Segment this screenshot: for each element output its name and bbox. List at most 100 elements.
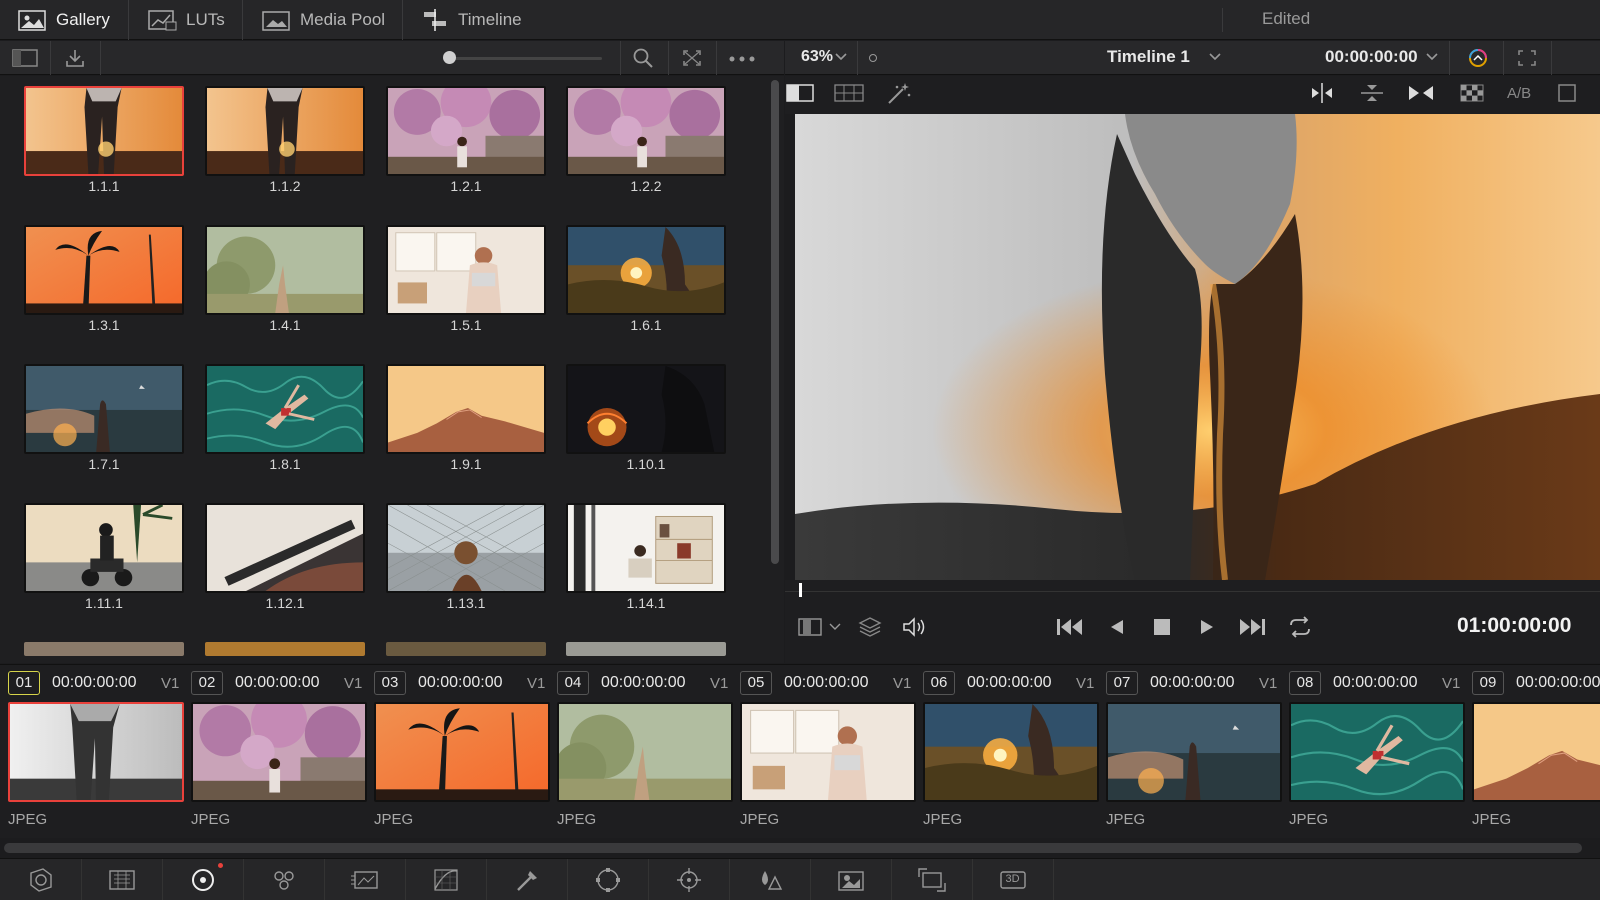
volume-icon[interactable] [901, 616, 929, 638]
still-thumbnail[interactable] [386, 86, 546, 176]
still-thumbnail[interactable] [386, 364, 546, 454]
loop-icon[interactable] [1287, 615, 1313, 639]
horizontal-wipe-icon[interactable] [1359, 82, 1385, 104]
gallery-still[interactable]: 1.9.1 [386, 364, 546, 472]
zoom-dropdown-icon[interactable] [834, 52, 848, 62]
gallery-still[interactable]: 1.1.1 [24, 86, 184, 194]
gallery-still[interactable]: 1.14.1 [566, 503, 726, 611]
clip-number[interactable]: 05 [740, 671, 772, 695]
clip-thumbnail[interactable] [191, 702, 367, 802]
still-thumbnail[interactable] [566, 86, 726, 176]
still-thumbnail[interactable] [566, 225, 726, 315]
expand-icon[interactable] [682, 49, 702, 67]
ab-compare-toggle[interactable]: A/B [1507, 85, 1531, 102]
gallery-still[interactable]: 1.5.1 [386, 225, 546, 333]
stop-icon[interactable] [1151, 616, 1173, 638]
palette-button[interactable]: 3D [972, 859, 1054, 900]
palette-button[interactable] [0, 859, 82, 900]
gallery-still[interactable]: 1.10.1 [566, 364, 726, 472]
palette-button[interactable] [162, 859, 244, 900]
still-thumbnail[interactable] [386, 503, 546, 593]
gallery-still[interactable]: 1.3.1 [24, 225, 184, 333]
search-icon[interactable] [632, 47, 654, 69]
gallery-still-partial[interactable] [205, 642, 365, 656]
sidebar-toggle-icon[interactable] [12, 49, 38, 67]
play-reverse-icon[interactable] [1107, 616, 1127, 638]
palette-button[interactable] [486, 859, 568, 900]
still-thumbnail[interactable] [24, 503, 184, 593]
clip-thumbnail[interactable] [1472, 702, 1600, 802]
gallery-still[interactable]: 1.8.1 [205, 364, 365, 472]
single-viewer-icon[interactable] [785, 82, 815, 104]
go-to-end-icon[interactable] [1237, 616, 1267, 638]
gallery-still[interactable]: 1.2.2 [566, 86, 726, 194]
clips-scrollbar[interactable] [4, 843, 1582, 853]
gallery-still[interactable]: 1.6.1 [566, 225, 726, 333]
gallery-scrollbar[interactable] [771, 80, 779, 564]
still-thumbnail[interactable] [566, 364, 726, 454]
clip-number[interactable]: 09 [1472, 671, 1504, 695]
gallery-still[interactable]: 1.1.2 [205, 86, 365, 194]
viewer-image[interactable] [795, 114, 1600, 580]
clip-thumbnail[interactable] [1289, 702, 1465, 802]
color-effects-icon[interactable] [1465, 46, 1491, 70]
fullscreen-icon[interactable] [1517, 49, 1537, 67]
tab-luts[interactable]: LUTs [148, 0, 225, 40]
clip-thumbnail[interactable] [1106, 702, 1282, 802]
clip-thumbnail[interactable] [923, 702, 1099, 802]
still-thumbnail[interactable] [24, 86, 184, 176]
palette-button[interactable] [810, 859, 892, 900]
gallery-still[interactable]: 1.12.1 [205, 503, 365, 611]
split-wipe-icon[interactable] [1309, 82, 1335, 104]
palette-button[interactable] [243, 859, 325, 900]
clip-number[interactable]: 07 [1106, 671, 1138, 695]
clip-number[interactable]: 06 [923, 671, 955, 695]
palette-button[interactable] [405, 859, 487, 900]
palette-button[interactable] [891, 859, 973, 900]
clip-number[interactable]: 04 [557, 671, 589, 695]
gallery-still[interactable]: 1.2.1 [386, 86, 546, 194]
grab-still-icon[interactable] [64, 48, 86, 68]
palette-button[interactable] [81, 859, 163, 900]
magic-wand-icon[interactable] [885, 81, 913, 105]
still-thumbnail[interactable] [24, 225, 184, 315]
clip-thumbnail[interactable] [374, 702, 550, 802]
more-options-icon[interactable] [728, 55, 756, 63]
palette-button[interactable] [729, 859, 811, 900]
gallery-still[interactable]: 1.7.1 [24, 364, 184, 472]
still-thumbnail[interactable] [205, 503, 365, 593]
playhead[interactable] [799, 583, 802, 597]
clip-thumbnail[interactable] [8, 702, 184, 802]
still-thumbnail[interactable] [205, 364, 365, 454]
gallery-still[interactable]: 1.4.1 [205, 225, 365, 333]
thumbnail-size-slider[interactable] [446, 57, 602, 60]
still-thumbnail[interactable] [205, 225, 365, 315]
go-to-start-icon[interactable] [1055, 616, 1085, 638]
clip-number[interactable]: 03 [374, 671, 406, 695]
clip-number[interactable]: 02 [191, 671, 223, 695]
still-thumbnail[interactable] [386, 225, 546, 315]
mix-wipe-icon[interactable] [1407, 82, 1435, 104]
still-thumbnail[interactable] [24, 364, 184, 454]
clip-thumbnail[interactable] [740, 702, 916, 802]
viewer-scrub-bar[interactable] [785, 580, 1600, 610]
palette-button[interactable] [648, 859, 730, 900]
clip-view-icon[interactable] [797, 616, 825, 638]
still-thumbnail[interactable] [566, 503, 726, 593]
gallery-still[interactable]: 1.11.1 [24, 503, 184, 611]
gallery-still[interactable]: 1.13.1 [386, 503, 546, 611]
timeline-name[interactable]: Timeline 1 [1107, 47, 1190, 67]
checkerboard-icon[interactable] [1459, 82, 1485, 104]
palette-button[interactable] [567, 859, 649, 900]
layers-icon[interactable] [857, 615, 883, 639]
still-thumbnail[interactable] [205, 86, 365, 176]
tab-media-pool[interactable]: Media Pool [262, 0, 385, 40]
split-viewer-icon[interactable] [833, 82, 865, 104]
thumbnail-size-handle[interactable] [443, 51, 456, 64]
gallery-still-partial[interactable] [386, 642, 546, 656]
clip-thumbnail[interactable] [557, 702, 733, 802]
timecode-dropdown-icon[interactable] [1425, 52, 1439, 62]
clip-number[interactable]: 01 [8, 671, 40, 695]
play-icon[interactable] [1197, 616, 1217, 638]
tab-timeline[interactable]: Timeline [422, 0, 522, 40]
